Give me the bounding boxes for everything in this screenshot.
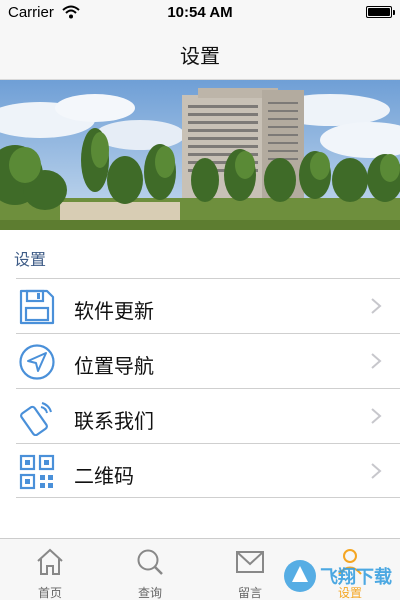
banner-image — [0, 80, 400, 230]
tab-label: 首页 — [37, 586, 62, 600]
search-icon — [135, 547, 165, 577]
chevron-right-icon — [370, 352, 382, 370]
home-icon — [35, 547, 65, 577]
chevron-right-icon — [370, 407, 382, 425]
menu-item-label: 二维码 — [74, 464, 134, 488]
location-arrow-icon — [18, 343, 56, 381]
qr-code-icon — [18, 453, 56, 491]
menu-item-label: 软件更新 — [74, 299, 154, 323]
tab-search[interactable]: 查询 — [100, 539, 200, 601]
settings-menu: 软件更新 位置导航 联系我们 二维码 — [0, 278, 400, 498]
mail-icon — [235, 547, 265, 577]
campus-building-photo — [0, 80, 400, 230]
watermark-text: 飞翔下载 — [320, 566, 392, 588]
menu-item-label: 联系我们 — [74, 409, 154, 433]
tab-home[interactable]: 首页 — [0, 539, 100, 601]
navigation-bar: 设置 — [0, 26, 400, 80]
menu-item-software-update[interactable]: 软件更新 — [16, 278, 400, 333]
watermark-logo: 飞翔下载 — [280, 552, 400, 600]
chevron-right-icon — [370, 297, 382, 315]
phone-call-icon — [18, 398, 56, 437]
menu-item-location-navigation[interactable]: 位置导航 — [16, 333, 400, 388]
page-title: 设置 — [180, 44, 220, 68]
chevron-right-icon — [370, 462, 382, 480]
tab-label: 查询 — [137, 586, 162, 600]
battery-icon — [366, 6, 395, 18]
floppy-disk-icon — [18, 288, 56, 326]
status-bar: Carrier 10:54 AM — [0, 0, 400, 26]
section-header: 设置 — [14, 250, 47, 269]
status-time: 10:54 AM — [167, 4, 233, 21]
menu-item-qr-code[interactable]: 二维码 — [16, 443, 400, 498]
menu-item-contact-us[interactable]: 联系我们 — [16, 388, 400, 443]
menu-item-label: 位置导航 — [74, 354, 154, 378]
